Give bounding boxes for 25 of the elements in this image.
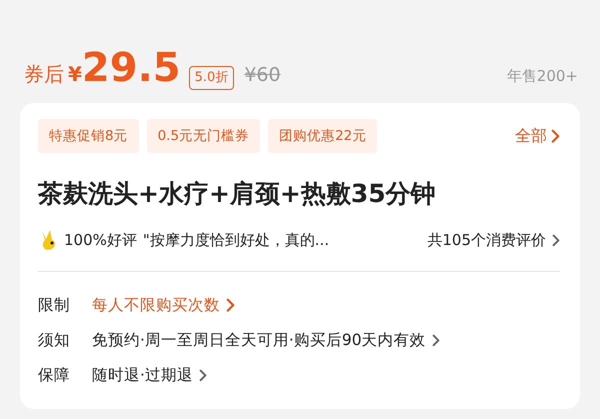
currency-symbol: ¥ <box>68 61 82 88</box>
promo-tag[interactable]: 团购优惠22元 <box>268 119 378 154</box>
chevron-icon <box>432 334 440 347</box>
original-price: ¥60 <box>244 63 281 88</box>
review-rating: 100%好评 <box>64 230 137 252</box>
sales-count: 年售200+ <box>506 66 578 87</box>
info-label: 限制 <box>38 294 71 316</box>
info-value[interactable]: 每人不限购买次数 <box>92 294 220 317</box>
chevron-icon <box>552 234 560 248</box>
discount-tag: 5.0折 <box>188 66 234 90</box>
view-all-link[interactable]: 全部 <box>515 124 547 148</box>
info-label: 保障 <box>38 364 71 386</box>
price-amount: 29.5 <box>82 48 181 88</box>
promo-tag[interactable]: 0.5元无门槛券 <box>146 119 260 154</box>
chevron-icon <box>551 128 560 144</box>
review-count-link[interactable]: 共105个消费评价 <box>427 229 546 252</box>
review-quote: "按摩力度恰到好处，真的... <box>142 230 330 252</box>
chevron-icon <box>198 368 207 382</box>
chevron-icon <box>226 298 235 312</box>
deal-title: 茶麸洗头+水疗+肩颈+热敷35分钟 <box>38 178 437 210</box>
info-value[interactable]: 免预约·周一至周日全天可用·购买后90天内有效 <box>92 328 426 352</box>
info-label: 须知 <box>38 330 71 351</box>
info-value[interactable]: 随时退·过期退 <box>92 364 193 387</box>
promo-tag[interactable]: 特惠促销8元 <box>38 119 139 154</box>
price-label: 券后 <box>24 61 64 88</box>
